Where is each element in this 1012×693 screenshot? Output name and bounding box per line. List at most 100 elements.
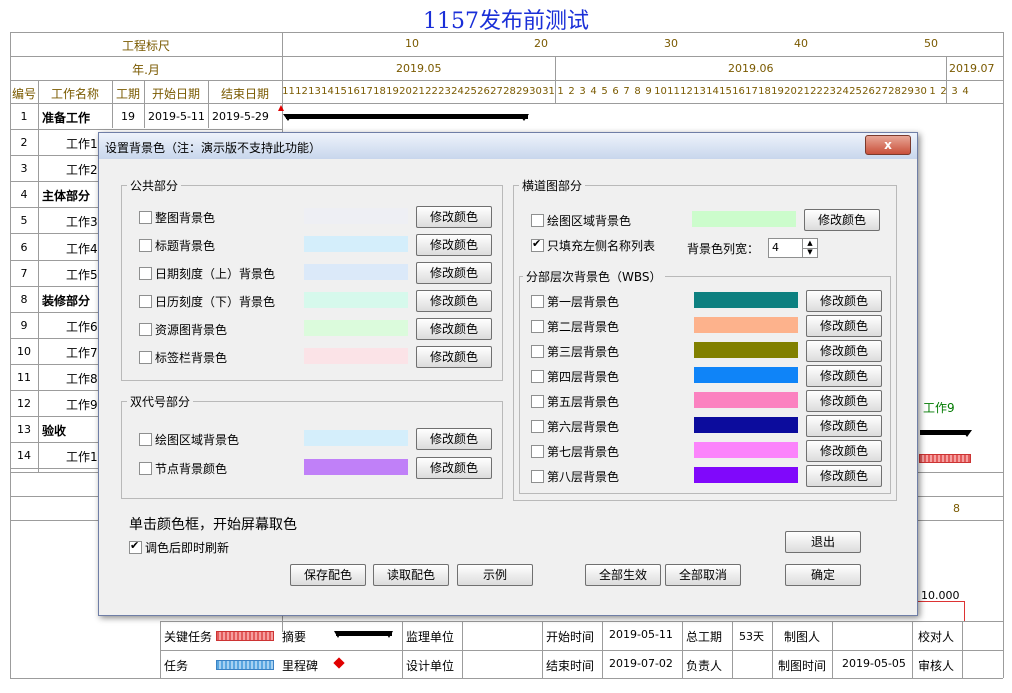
row-name[interactable]: 装修部分 [42, 292, 90, 309]
total-duration-label: 总工期 [686, 630, 723, 644]
modify-color-button[interactable]: 修改颜色 [806, 290, 882, 312]
dual-group-label: 双代号部分 [127, 393, 194, 410]
today-marker-icon [278, 105, 284, 111]
modify-color-button[interactable]: 修改颜色 [416, 262, 492, 284]
draw-time-value: 2019-05-05 [842, 657, 906, 670]
day-tick: 17 [360, 86, 373, 97]
wbs-color-swatch[interactable] [694, 467, 798, 483]
drawer-label: 制图人 [784, 630, 821, 644]
wbs-color-checkbox[interactable] [531, 420, 544, 433]
row-name[interactable]: 工作1 [66, 135, 98, 152]
public-color-swatch[interactable] [304, 292, 408, 308]
modify-color-button[interactable]: 修改颜色 [416, 234, 492, 256]
row-name[interactable]: 主体部分 [42, 187, 90, 204]
auto-refresh-checkbox[interactable] [129, 539, 142, 554]
public-color-swatch[interactable] [304, 208, 408, 224]
grid-line [10, 32, 1003, 33]
wbs-color-label: 第三层背景色 [547, 345, 620, 359]
col-width-spinner[interactable]: 4 ▲ ▼ [768, 238, 818, 258]
public-color-swatch[interactable] [304, 264, 408, 280]
modify-color-button[interactable]: 修改颜色 [806, 340, 882, 362]
value-label: 8 [953, 502, 960, 515]
dual-color-swatch[interactable] [304, 430, 408, 446]
public-color-checkbox[interactable] [139, 295, 152, 308]
area-color-swatch[interactable] [692, 211, 796, 227]
wbs-color-checkbox[interactable] [531, 470, 544, 483]
save-colors-button[interactable]: 保存配色 [290, 564, 366, 586]
modify-color-button[interactable]: 修改颜色 [416, 457, 492, 479]
grid-line [832, 621, 833, 678]
public-color-swatch[interactable] [304, 348, 408, 364]
area-color-checkbox[interactable] [531, 214, 544, 227]
day-tick: 13 [693, 86, 706, 97]
exit-button[interactable]: 退出 [785, 531, 861, 553]
row-name[interactable]: 工作9 [66, 396, 98, 413]
day-tick: 19 [771, 86, 784, 97]
load-colors-button[interactable]: 读取配色 [373, 564, 449, 586]
public-color-checkbox[interactable] [139, 323, 152, 336]
modify-color-button[interactable]: 修改颜色 [416, 290, 492, 312]
public-color-checkbox[interactable] [139, 239, 152, 252]
modify-color-button[interactable]: 修改颜色 [806, 415, 882, 437]
row-name[interactable]: 准备工作 [42, 109, 90, 126]
modify-color-button[interactable]: 修改颜色 [416, 346, 492, 368]
col-header-duration: 工期 [115, 87, 140, 101]
modify-color-button[interactable]: 修改颜色 [416, 318, 492, 340]
row-name[interactable]: 工作3 [66, 213, 98, 230]
row-name[interactable]: 工作7 [66, 344, 98, 361]
summary-bar[interactable] [286, 114, 528, 119]
dual-color-checkbox[interactable] [139, 433, 152, 446]
day-tick: 2 [940, 86, 947, 97]
modify-color-button[interactable]: 修改颜色 [804, 209, 880, 231]
critical-task-bar[interactable] [919, 454, 971, 463]
row-name[interactable]: 验收 [42, 422, 66, 439]
summary-bar[interactable] [920, 430, 968, 435]
cancel-all-button[interactable]: 全部取消 [665, 564, 741, 586]
example-button[interactable]: 示例 [457, 564, 533, 586]
total-duration-value: 53天 [739, 630, 764, 643]
dual-color-swatch[interactable] [304, 459, 408, 475]
public-color-checkbox[interactable] [139, 351, 152, 364]
modify-color-button[interactable]: 修改颜色 [806, 315, 882, 337]
public-color-checkbox[interactable] [139, 211, 152, 224]
wbs-color-checkbox[interactable] [531, 295, 544, 308]
wbs-color-checkbox[interactable] [531, 445, 544, 458]
wbs-color-swatch[interactable] [694, 367, 798, 383]
only-fill-left-checkbox[interactable] [531, 237, 544, 252]
wbs-color-swatch[interactable] [694, 442, 798, 458]
modify-color-button[interactable]: 修改颜色 [806, 365, 882, 387]
dual-color-checkbox[interactable] [139, 462, 152, 475]
row-name[interactable]: 工作8 [66, 370, 98, 387]
public-color-swatch[interactable] [304, 236, 408, 252]
dialog-title-bar[interactable]: 设置背景色（注：演示版不支持此功能） x [99, 133, 917, 159]
grid-line [10, 129, 282, 130]
row-name[interactable]: 工作4 [66, 240, 98, 257]
row-number: 2 [20, 136, 28, 149]
spin-down-icon[interactable]: ▼ [802, 248, 817, 257]
row-name[interactable]: 工作2 [66, 161, 98, 178]
modify-color-button[interactable]: 修改颜色 [416, 428, 492, 450]
public-color-checkbox[interactable] [139, 267, 152, 280]
wbs-color-swatch[interactable] [694, 392, 798, 408]
apply-all-button[interactable]: 全部生效 [585, 564, 661, 586]
day-tick: 22 [425, 86, 438, 97]
wbs-color-checkbox[interactable] [531, 345, 544, 358]
wbs-color-swatch[interactable] [694, 342, 798, 358]
wbs-color-swatch[interactable] [694, 417, 798, 433]
close-button[interactable]: x [865, 135, 911, 155]
row-name[interactable]: 工作1 [66, 448, 98, 465]
public-color-swatch[interactable] [304, 320, 408, 336]
modify-color-button[interactable]: 修改颜色 [806, 440, 882, 462]
wbs-color-checkbox[interactable] [531, 320, 544, 333]
row-name[interactable]: 工作6 [66, 318, 98, 335]
wbs-color-checkbox[interactable] [531, 370, 544, 383]
modify-color-button[interactable]: 修改颜色 [416, 206, 492, 228]
ok-button[interactable]: 确定 [785, 564, 861, 586]
row-name[interactable]: 工作5 [66, 266, 98, 283]
wbs-color-swatch[interactable] [694, 317, 798, 333]
modify-color-button[interactable]: 修改颜色 [806, 465, 882, 487]
wbs-color-swatch[interactable] [694, 292, 798, 308]
wbs-color-label: 第八层背景色 [547, 470, 620, 484]
modify-color-button[interactable]: 修改颜色 [806, 390, 882, 412]
wbs-color-checkbox[interactable] [531, 395, 544, 408]
